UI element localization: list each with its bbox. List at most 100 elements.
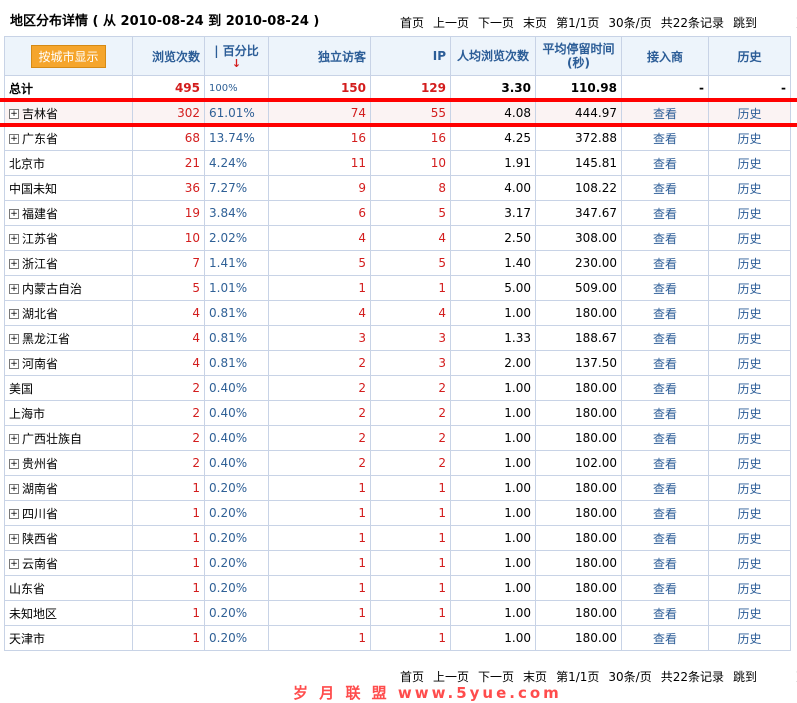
expand-icon[interactable]: + — [9, 434, 19, 444]
view-link-text[interactable]: 查看 — [653, 282, 677, 296]
history-link-text[interactable]: 历史 — [737, 107, 761, 121]
view-link[interactable]: 查看 — [621, 200, 709, 226]
history-link-text[interactable]: 历史 — [737, 582, 761, 596]
ip-header-label[interactable]: IP — [433, 49, 446, 63]
view-link-text[interactable]: 查看 — [653, 357, 677, 371]
views-header[interactable]: 浏览次数 — [132, 36, 205, 76]
visitors-header-label[interactable]: 独立访客 — [318, 50, 366, 64]
expand-icon[interactable]: + — [9, 109, 19, 119]
expand-icon[interactable]: + — [9, 134, 19, 144]
view-link[interactable]: 查看 — [621, 450, 709, 476]
history-link[interactable]: 历史 — [708, 450, 791, 476]
view-link[interactable]: 查看 — [621, 400, 709, 426]
history-link[interactable]: 历史 — [708, 375, 791, 401]
view-link[interactable]: 查看 — [621, 425, 709, 451]
history-link-text[interactable]: 历史 — [737, 482, 761, 496]
history-link[interactable]: 历史 — [708, 100, 791, 126]
view-link-text[interactable]: 查看 — [653, 207, 677, 221]
view-link[interactable]: 查看 — [621, 350, 709, 376]
next-page-link[interactable]: 下一页 — [478, 14, 514, 31]
view-link-text[interactable]: 查看 — [653, 482, 677, 496]
group-by-city-button[interactable]: 按城市显示 — [31, 44, 106, 68]
avg-stay-header-label[interactable]: 平均停留时间(秒) — [540, 42, 617, 70]
view-link[interactable]: 查看 — [621, 125, 709, 151]
expand-icon[interactable]: + — [9, 359, 19, 369]
history-link[interactable]: 历史 — [708, 200, 791, 226]
view-link-text[interactable]: 查看 — [653, 407, 677, 421]
history-link-text[interactable]: 历史 — [737, 132, 761, 146]
history-link-text[interactable]: 历史 — [737, 282, 761, 296]
jump-label-bottom[interactable]: 跳到 — [733, 668, 757, 685]
history-link-text[interactable]: 历史 — [737, 607, 761, 621]
history-link[interactable]: 历史 — [708, 500, 791, 526]
view-link-text[interactable]: 查看 — [653, 507, 677, 521]
history-link[interactable]: 历史 — [708, 175, 791, 201]
view-link[interactable]: 查看 — [621, 250, 709, 276]
expand-icon[interactable]: + — [9, 284, 19, 294]
view-link-text[interactable]: 查看 — [653, 132, 677, 146]
percent-header[interactable]: | 百分比 ↓ — [204, 36, 269, 76]
history-link-text[interactable]: 历史 — [737, 557, 761, 571]
view-link-text[interactable]: 查看 — [653, 557, 677, 571]
history-link-text[interactable]: 历史 — [737, 207, 761, 221]
ip-header[interactable]: IP — [370, 36, 451, 76]
history-link[interactable]: 历史 — [708, 300, 791, 326]
view-link-text[interactable]: 查看 — [653, 157, 677, 171]
history-link-text[interactable]: 历史 — [737, 257, 761, 271]
expand-icon[interactable]: + — [9, 509, 19, 519]
history-link[interactable]: 历史 — [708, 275, 791, 301]
history-link[interactable]: 历史 — [708, 550, 791, 576]
history-link[interactable]: 历史 — [708, 600, 791, 626]
history-link[interactable]: 历史 — [708, 400, 791, 426]
history-link-text[interactable]: 历史 — [737, 432, 761, 446]
history-link[interactable]: 历史 — [708, 475, 791, 501]
expand-icon[interactable]: + — [9, 259, 19, 269]
expand-icon[interactable]: + — [9, 209, 19, 219]
history-link[interactable]: 历史 — [708, 575, 791, 601]
avg-views-header[interactable]: 人均浏览次数 — [450, 36, 536, 76]
history-link[interactable]: 历史 — [708, 525, 791, 551]
view-link-text[interactable]: 查看 — [653, 632, 677, 646]
first-page-link[interactable]: 首页 — [400, 14, 424, 31]
history-link[interactable]: 历史 — [708, 350, 791, 376]
expand-icon[interactable]: + — [9, 309, 19, 319]
history-link-text[interactable]: 历史 — [737, 632, 761, 646]
history-link[interactable]: 历史 — [708, 425, 791, 451]
jump-label[interactable]: 跳到 — [733, 14, 757, 31]
view-link-text[interactable]: 查看 — [653, 457, 677, 471]
view-link-text[interactable]: 查看 — [653, 607, 677, 621]
history-link-text[interactable]: 历史 — [737, 532, 761, 546]
view-link[interactable]: 查看 — [621, 600, 709, 626]
view-link[interactable]: 查看 — [621, 575, 709, 601]
view-link-text[interactable]: 查看 — [653, 307, 677, 321]
view-link[interactable]: 查看 — [621, 625, 709, 651]
expand-icon[interactable]: + — [9, 334, 19, 344]
history-link-text[interactable]: 历史 — [737, 332, 761, 346]
avg-views-header-label[interactable]: 人均浏览次数 — [455, 49, 531, 63]
visitors-header[interactable]: 独立访客 — [268, 36, 371, 76]
history-link-text[interactable]: 历史 — [737, 307, 761, 321]
view-link-text[interactable]: 查看 — [653, 382, 677, 396]
view-link-text[interactable]: 查看 — [653, 432, 677, 446]
view-link-text[interactable]: 查看 — [653, 107, 677, 121]
history-link-text[interactable]: 历史 — [737, 457, 761, 471]
view-link[interactable]: 查看 — [621, 300, 709, 326]
view-link[interactable]: 查看 — [621, 325, 709, 351]
view-link[interactable]: 查看 — [621, 225, 709, 251]
view-link-text[interactable]: 查看 — [653, 582, 677, 596]
views-header-label[interactable]: 浏览次数 — [152, 50, 200, 64]
view-link-text[interactable]: 查看 — [653, 332, 677, 346]
history-link-text[interactable]: 历史 — [737, 407, 761, 421]
view-link-text[interactable]: 查看 — [653, 182, 677, 196]
expand-icon[interactable]: + — [9, 534, 19, 544]
history-link-text[interactable]: 历史 — [737, 157, 761, 171]
view-link-text[interactable]: 查看 — [653, 232, 677, 246]
expand-icon[interactable]: + — [9, 234, 19, 244]
history-link[interactable]: 历史 — [708, 625, 791, 651]
view-link[interactable]: 查看 — [621, 525, 709, 551]
view-link[interactable]: 查看 — [621, 275, 709, 301]
history-link-text[interactable]: 历史 — [737, 232, 761, 246]
view-link[interactable]: 查看 — [621, 150, 709, 176]
view-link[interactable]: 查看 — [621, 500, 709, 526]
view-link[interactable]: 查看 — [621, 475, 709, 501]
